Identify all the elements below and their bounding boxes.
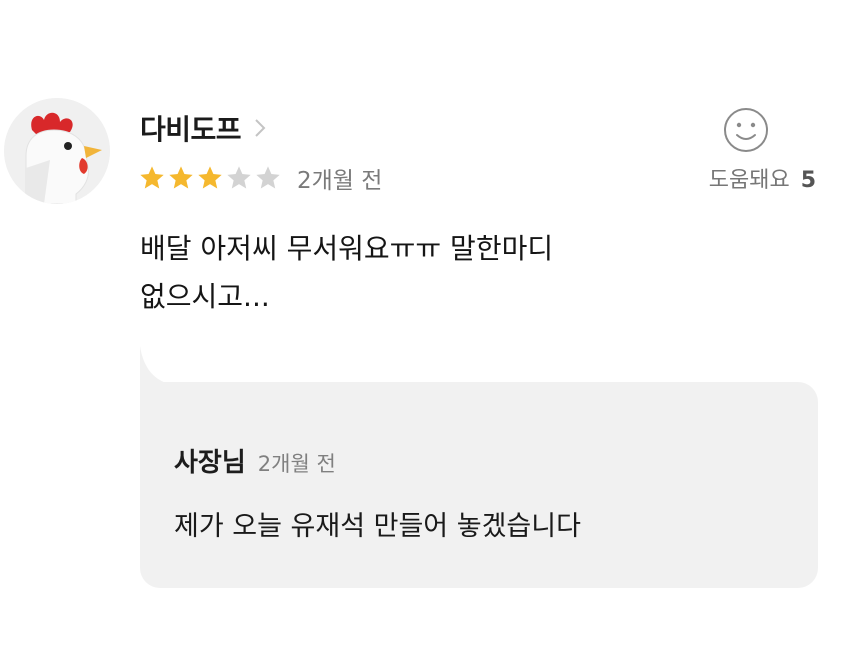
helpful-label-row: 도움돼요 5 — [709, 162, 816, 194]
chicken-avatar-icon[interactable] — [4, 98, 110, 204]
helpful-button[interactable]: 도움돼요 5 — [666, 100, 816, 200]
helpful-count: 5 — [800, 168, 816, 193]
helpful-label: 도움돼요 — [708, 168, 790, 193]
review-date: 2개월 전 — [297, 168, 383, 194]
star-empty-icon — [256, 166, 280, 189]
reply-author: 사장님 — [174, 448, 246, 478]
star-filled-icon — [140, 166, 164, 189]
owner-reply: 사장님 2개월 전 제가 오늘 유재석 만들어 놓겠습니다 — [140, 382, 818, 588]
rating-row: 2개월 전 — [138, 160, 382, 196]
review-card: 다비도프 2개월 전 도움돼요 5 배달 아저씨 무서워요ㅠㅠ 말한마디 없으시… — [0, 0, 844, 646]
star-empty-icon — [227, 166, 251, 189]
chevron-right-icon[interactable] — [253, 118, 267, 138]
reply-tail — [140, 346, 180, 386]
reviewer-header[interactable]: 다비도프 — [140, 110, 267, 146]
reply-text: 제가 오늘 유재석 만들어 놓겠습니다 — [174, 511, 581, 542]
star-rating — [138, 164, 283, 192]
star-filled-icon — [169, 166, 193, 189]
reviewer-name[interactable]: 다비도프 — [140, 108, 242, 148]
reply-date: 2개월 전 — [257, 452, 336, 476]
reply-header: 사장님 2개월 전 — [174, 442, 336, 479]
star-filled-icon — [198, 166, 222, 189]
smiley-icon[interactable] — [722, 106, 770, 154]
review-text: 배달 아저씨 무서워요ㅠㅠ 말한마디 없으시고... — [140, 232, 554, 313]
